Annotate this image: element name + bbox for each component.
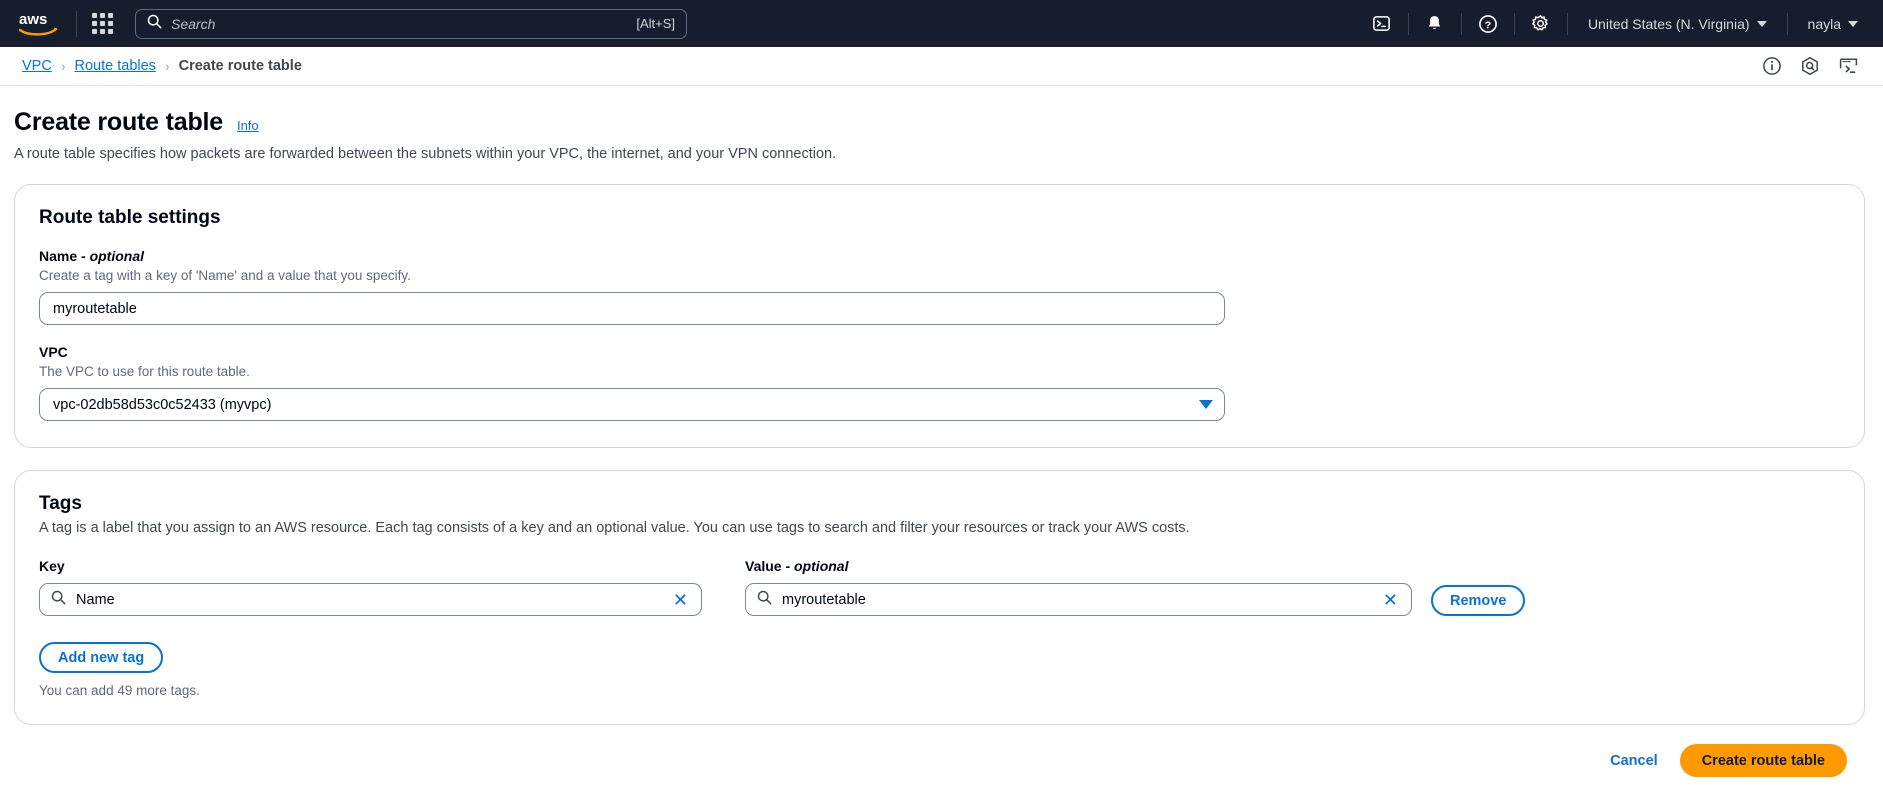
nav-separator — [1786, 12, 1788, 35]
svg-text:?: ? — [1485, 19, 1491, 31]
vpc-select-value: vpc-02db58d53c0c52433 (myvpc) — [53, 396, 272, 413]
chevron-down-icon — [1848, 20, 1858, 27]
name-field-hint: Create a tag with a key of 'Name' and a … — [39, 268, 411, 283]
page-body: Create route table Info A route table sp… — [0, 86, 1883, 777]
name-optional-suffix: - optional — [81, 248, 145, 264]
cancel-button[interactable]: Cancel — [1610, 753, 1658, 769]
chevron-down-icon — [1756, 20, 1767, 27]
remove-tag-button[interactable]: Remove — [1431, 585, 1526, 616]
search-icon — [51, 590, 66, 610]
route-table-settings-card: Route table settings Name - optional Cre… — [14, 184, 1865, 448]
tags-remaining-note: You can add 49 more tags. — [39, 683, 200, 698]
breadcrumb-item-route-tables[interactable]: Route tables — [75, 58, 156, 74]
name-field-label: Name - optional — [39, 248, 1840, 264]
breadcrumb-bar: VPC › Route tables › Create route table — [0, 47, 1883, 86]
top-navigation-bar: aws Search [Alt+S] ? United States (N. V… — [0, 0, 1883, 47]
svg-text:aws: aws — [19, 11, 47, 28]
page-title: Create route table — [14, 108, 223, 136]
cloudshell-icon[interactable] — [1838, 56, 1859, 76]
vpc-field-label: VPC — [39, 344, 68, 360]
tag-value-label: Value - optional — [745, 558, 1431, 574]
settings-heading: Route table settings — [39, 207, 221, 228]
name-label-text: Name — [39, 248, 78, 264]
nav-separator — [1460, 12, 1462, 35]
page-info-link[interactable]: Info — [237, 118, 259, 133]
create-route-table-button[interactable]: Create route table — [1679, 744, 1847, 777]
vpc-field-block: VPC The VPC to use for this route table.… — [39, 344, 1840, 421]
breadcrumb-separator-icon: › — [165, 58, 170, 74]
app-grid-icon[interactable] — [91, 13, 113, 35]
search-placeholder: Search — [171, 15, 216, 32]
tag-key-label: Key — [39, 558, 65, 574]
tags-description: A tag is a label that you assign to an A… — [39, 520, 1190, 536]
tag-value-label-text: Value — [745, 558, 782, 574]
page-header: Create route table Info — [14, 86, 1865, 137]
tag-key-value: Name — [76, 591, 115, 608]
page-description: A route table specifies how packets are … — [14, 146, 837, 162]
breadcrumb: VPC › Route tables › Create route table — [22, 58, 302, 74]
tags-heading: Tags — [39, 493, 82, 514]
breadcrumb-separator-icon: › — [61, 58, 66, 74]
search-icon — [147, 14, 162, 34]
search-icon — [757, 590, 772, 610]
amazon-q-icon[interactable] — [1800, 56, 1820, 76]
aws-logo[interactable]: aws — [18, 9, 62, 39]
name-input[interactable]: myroutetable — [39, 292, 1225, 325]
tag-key-input[interactable]: Name ✕ — [39, 583, 702, 616]
form-footer: Cancel Create route table — [14, 725, 1865, 777]
region-label: United States (N. Virginia) — [1587, 15, 1750, 32]
tag-value-column: Value - optional myroutetable ✕ — [745, 558, 1431, 616]
breadcrumb-action-icons — [1762, 56, 1865, 76]
search-shortcut-hint: [Alt+S] — [636, 16, 675, 31]
clear-icon[interactable]: ✕ — [1381, 591, 1400, 609]
breadcrumb-item-vpc[interactable]: VPC — [22, 58, 52, 74]
add-tag-row: Add new tag You can add 49 more tags. — [39, 642, 1840, 698]
cloudshell-icon[interactable] — [1365, 7, 1399, 41]
account-label: nayla — [1807, 15, 1841, 32]
nav-separator — [1566, 12, 1568, 35]
add-new-tag-button[interactable]: Add new tag — [39, 642, 164, 673]
name-input-value: myroutetable — [53, 300, 137, 317]
region-selector[interactable]: United States (N. Virginia) — [1577, 16, 1778, 32]
info-circle-icon[interactable] — [1762, 56, 1782, 76]
clear-icon[interactable]: ✕ — [671, 591, 690, 609]
tag-action-column: Remove — [1431, 558, 1526, 616]
tag-row: Key Name ✕ Value - optional myroutetable… — [39, 558, 1840, 616]
tag-value-optional-suffix: - optional — [785, 558, 849, 574]
help-icon[interactable]: ? — [1471, 7, 1505, 41]
bell-icon[interactable] — [1418, 7, 1452, 41]
nav-separator — [1407, 12, 1409, 35]
name-field-block: Name - optional Create a tag with a key … — [39, 248, 1840, 325]
settings-gear-icon[interactable] — [1524, 7, 1558, 41]
vpc-field-hint: The VPC to use for this route table. — [39, 364, 250, 379]
chevron-down-icon — [1199, 400, 1213, 409]
nav-separator — [1513, 12, 1515, 35]
nav-divider — [76, 10, 77, 37]
global-search-input[interactable]: Search [Alt+S] — [135, 8, 687, 39]
tag-key-column: Key Name ✕ — [39, 558, 745, 616]
tag-value-value: myroutetable — [782, 591, 866, 608]
account-menu[interactable]: nayla — [1797, 16, 1869, 32]
vpc-select[interactable]: vpc-02db58d53c0c52433 (myvpc) — [39, 388, 1225, 421]
tag-value-input[interactable]: myroutetable ✕ — [745, 583, 1412, 616]
breadcrumb-item-current: Create route table — [178, 58, 302, 74]
tags-card: Tags A tag is a label that you assign to… — [14, 470, 1865, 725]
